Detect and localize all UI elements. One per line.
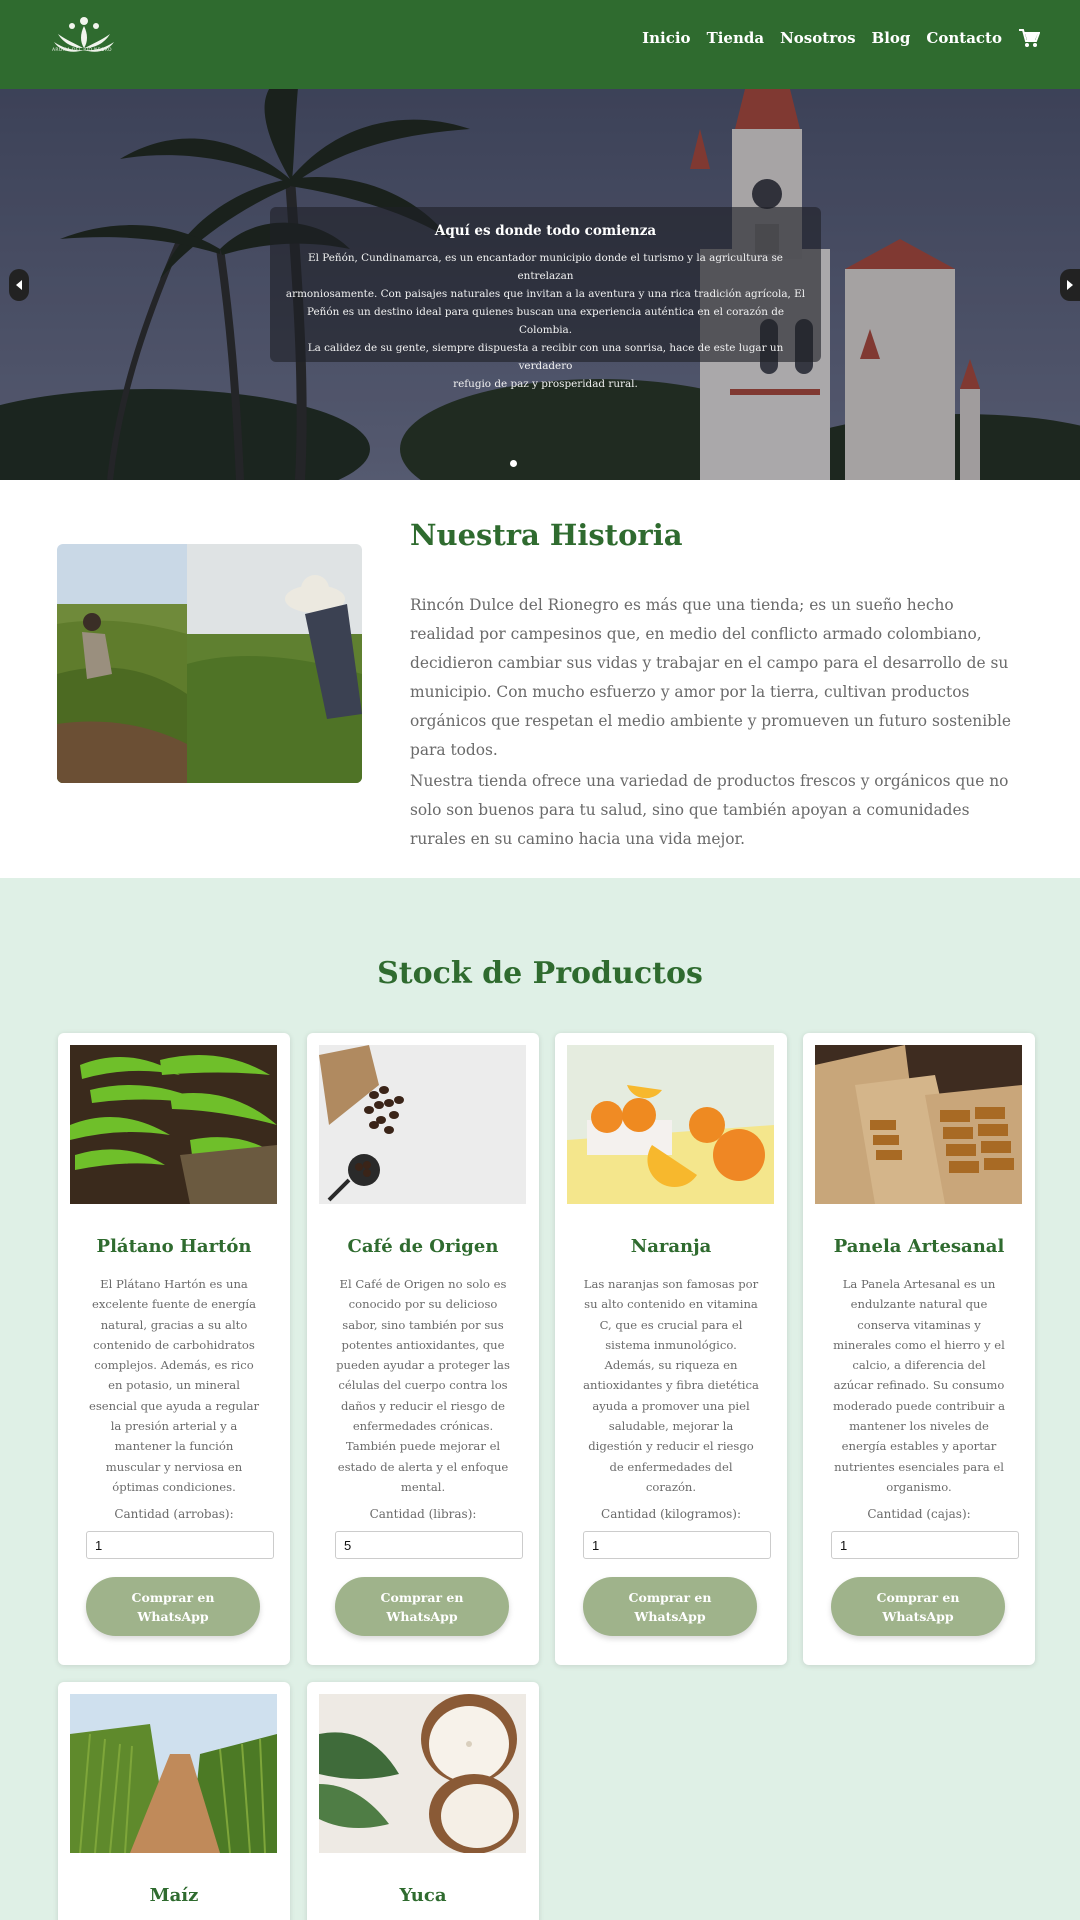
buy-whatsapp-button[interactable]: Comprar en WhatsApp: [335, 1577, 509, 1636]
product-name: Maíz: [149, 1885, 199, 1906]
hero-text: El Peñón, Cundinamarca, es un encantador…: [284, 249, 807, 393]
products-title: Stock de Productos: [377, 956, 703, 991]
quantity-label: Cantidad (kilogramos):: [601, 1507, 741, 1521]
chevron-right-icon: [1067, 280, 1073, 290]
product-description: El Café de Origen no solo es conocido po…: [336, 1277, 510, 1494]
product-image-yuca: [319, 1694, 526, 1853]
history-image: [57, 544, 362, 783]
quantity-label: Cantidad (libras):: [369, 1507, 477, 1521]
hero-caption: Aquí es donde todo comienza El Peñón, Cu…: [270, 207, 821, 390]
quantity-input[interactable]: [583, 1531, 771, 1559]
product-description: El Plátano Hartón es una excelente fuent…: [88, 1277, 260, 1494]
product-description: La Panela Artesanal es un endulzante nat…: [832, 1277, 1006, 1494]
nav-item-nosotros[interactable]: Nosotros: [780, 29, 855, 47]
buy-whatsapp-button[interactable]: Comprar en WhatsApp: [86, 1577, 260, 1636]
top-navbar: AROMA DEL RIO NEGRO Inicio Tienda Nosotr…: [0, 0, 1080, 89]
buy-whatsapp-button[interactable]: Comprar en WhatsApp: [831, 1577, 1005, 1636]
nav-item-blog[interactable]: Blog: [872, 29, 911, 47]
product-image-maiz: [70, 1694, 277, 1853]
nav-item-contacto[interactable]: Contacto: [926, 29, 1002, 47]
product-card-naranja: Naranja Las naranjas son famosas por su …: [555, 1033, 787, 1665]
hero-title: Aquí es donde todo comienza: [434, 223, 657, 239]
product-image-naranja: [567, 1045, 774, 1204]
product-name: Panela Artesanal: [833, 1236, 1005, 1257]
product-name: Café de Origen: [347, 1236, 499, 1257]
product-image-panela: [815, 1045, 1022, 1204]
hero-text-line: El Peñón, Cundinamarca, es un encantador…: [308, 252, 783, 282]
product-description: Las naranjas son famosas por su alto con…: [583, 1277, 759, 1494]
slider-prev-button[interactable]: [9, 269, 29, 301]
cart-icon[interactable]: [1018, 28, 1040, 48]
quantity-label: Cantidad (arrobas):: [114, 1507, 234, 1521]
slider-next-button[interactable]: [1060, 269, 1080, 301]
chevron-left-icon: [16, 280, 22, 290]
product-image-cafe: [319, 1045, 526, 1204]
product-name: Yuca: [399, 1885, 447, 1906]
hero-text-line: refugio de paz y prosperidad rural.: [453, 378, 638, 390]
product-card-maiz: Maíz: [58, 1682, 290, 1920]
slider-dot-active[interactable]: [510, 460, 517, 467]
hero-text-line: La calidez de su gente, siempre dispuest…: [307, 342, 784, 372]
history-paragraph-1: Rincón Dulce del Rionegro es más que una…: [410, 596, 1012, 759]
quantity-input[interactable]: [831, 1531, 1019, 1559]
products-section: Stock de Productos Plátano Hartón El Plá…: [0, 878, 1080, 1920]
product-name: Plátano Hartón: [96, 1236, 252, 1257]
quantity-input[interactable]: [86, 1531, 274, 1559]
product-name: Naranja: [630, 1236, 712, 1257]
main-menu: Inicio Tienda Nosotros Blog Contacto: [642, 28, 1040, 48]
quantity-input[interactable]: [335, 1531, 523, 1559]
hero-slider: Aquí es donde todo comienza El Peñón, Cu…: [0, 89, 1080, 480]
product-image-platano: [70, 1045, 277, 1204]
product-card-panela: Panela Artesanal La Panela Artesanal es …: [803, 1033, 1035, 1665]
hero-text-line: Peñón es un destino ideal para quienes b…: [306, 306, 785, 336]
history-title: Nuestra Historia: [410, 518, 683, 552]
hero-text-line: armoniosamente. Con paisajes naturales q…: [285, 288, 806, 300]
logo-text: AROMA DEL RIO NEGRO: [52, 48, 112, 53]
history-paragraph-2: Nuestra tienda ofrece una variedad de pr…: [410, 772, 1009, 848]
product-card-platano: Plátano Hartón El Plátano Hartón es una …: [58, 1033, 290, 1665]
nav-item-inicio[interactable]: Inicio: [642, 29, 690, 47]
product-card-yuca: Yuca: [307, 1682, 539, 1920]
product-card-cafe: Café de Origen El Café de Origen no solo…: [307, 1033, 539, 1665]
nav-item-tienda[interactable]: Tienda: [707, 29, 765, 47]
quantity-label: Cantidad (cajas):: [867, 1507, 971, 1521]
buy-whatsapp-button[interactable]: Comprar en WhatsApp: [583, 1577, 757, 1636]
